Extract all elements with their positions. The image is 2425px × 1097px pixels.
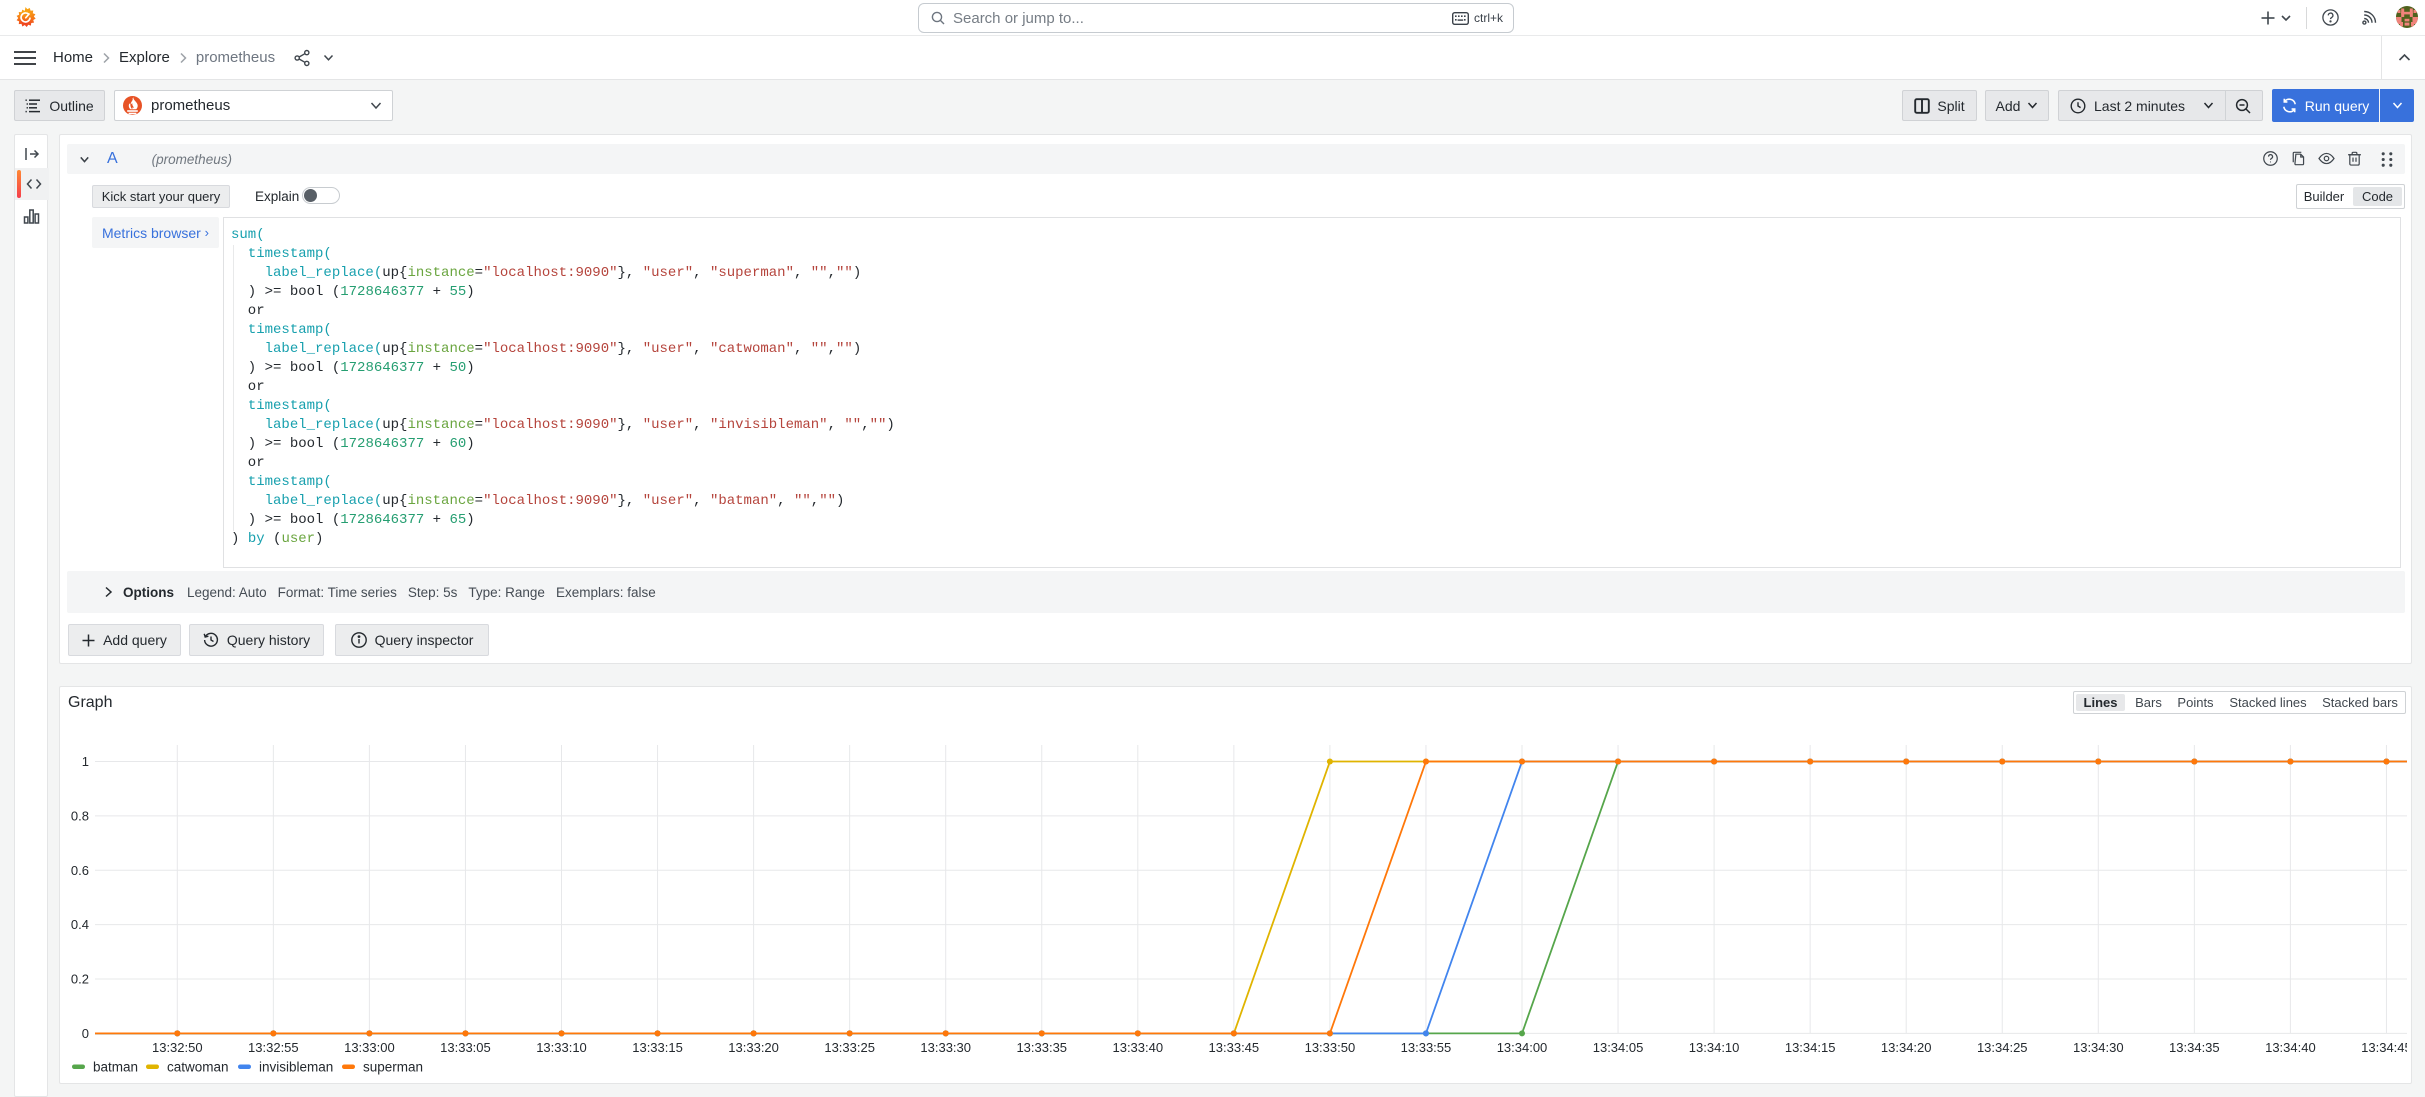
svg-text:13:34:35: 13:34:35 (2169, 1040, 2220, 1055)
svg-text:13:34:30: 13:34:30 (2073, 1040, 2124, 1055)
svg-text:1: 1 (82, 754, 89, 769)
svg-text:13:33:40: 13:33:40 (1112, 1040, 1163, 1055)
svg-text:0: 0 (82, 1026, 89, 1041)
svg-text:13:34:40: 13:34:40 (2265, 1040, 2316, 1055)
svg-text:invisibleman: invisibleman (259, 1060, 333, 1075)
svg-text:13:34:10: 13:34:10 (1689, 1040, 1740, 1055)
svg-text:0.2: 0.2 (71, 972, 89, 987)
svg-text:13:34:15: 13:34:15 (1785, 1040, 1836, 1055)
svg-text:13:33:50: 13:33:50 (1305, 1040, 1356, 1055)
svg-text:13:32:50: 13:32:50 (152, 1040, 203, 1055)
svg-text:13:33:25: 13:33:25 (824, 1040, 875, 1055)
svg-text:0.6: 0.6 (71, 863, 89, 878)
svg-text:13:34:05: 13:34:05 (1593, 1040, 1644, 1055)
svg-text:13:34:20: 13:34:20 (1881, 1040, 1932, 1055)
svg-text:13:34:00: 13:34:00 (1497, 1040, 1548, 1055)
svg-text:13:33:55: 13:33:55 (1401, 1040, 1452, 1055)
svg-text:13:33:05: 13:33:05 (440, 1040, 491, 1055)
svg-text:13:33:30: 13:33:30 (920, 1040, 971, 1055)
svg-text:0.4: 0.4 (71, 917, 89, 932)
svg-text:0.8: 0.8 (71, 808, 89, 823)
svg-text:13:33:10: 13:33:10 (536, 1040, 587, 1055)
svg-text:13:33:20: 13:33:20 (728, 1040, 779, 1055)
svg-text:13:32:55: 13:32:55 (248, 1040, 299, 1055)
svg-text:13:34:45: 13:34:45 (2361, 1040, 2407, 1055)
svg-text:13:33:45: 13:33:45 (1209, 1040, 1260, 1055)
svg-text:batman: batman (93, 1060, 138, 1075)
svg-text:13:34:25: 13:34:25 (1977, 1040, 2028, 1055)
svg-text:13:33:35: 13:33:35 (1016, 1040, 1067, 1055)
svg-text:13:33:00: 13:33:00 (344, 1040, 395, 1055)
svg-text:13:33:15: 13:33:15 (632, 1040, 683, 1055)
svg-text:superman: superman (363, 1060, 423, 1075)
svg-text:catwoman: catwoman (167, 1060, 229, 1075)
